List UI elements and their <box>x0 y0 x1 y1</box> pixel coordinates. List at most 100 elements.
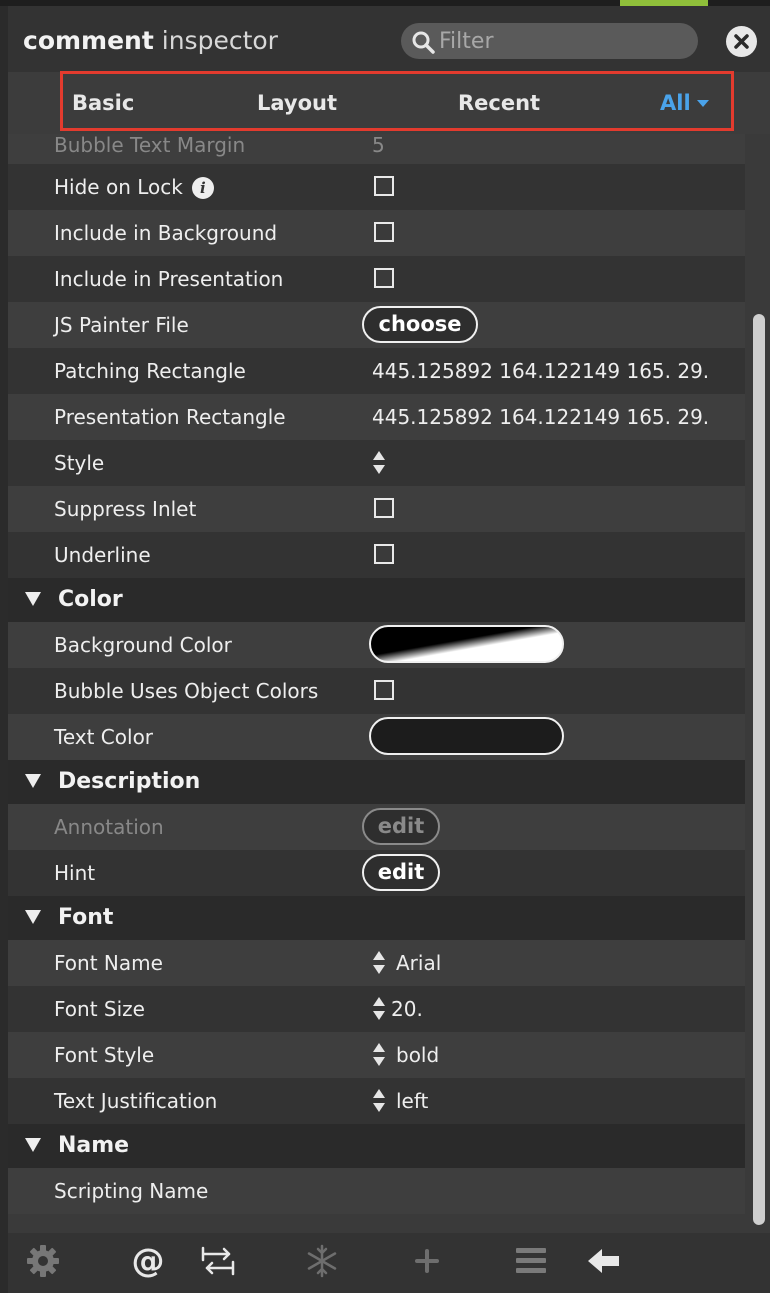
row-label: Scripting Name <box>54 1179 209 1203</box>
hint-edit-button[interactable]: edit <box>362 854 440 891</box>
list-item-patching-rectangle: Patching Rectangle 445.125892 164.122149… <box>8 348 745 394</box>
hide-on-lock-checkbox[interactable] <box>374 176 394 196</box>
list-item-underline: Underline <box>8 532 745 578</box>
close-button[interactable] <box>726 26 757 57</box>
row-label: Hint <box>54 861 96 885</box>
tab-basic[interactable]: Basic <box>72 90 134 116</box>
list-item-suppress-inlet: Suppress Inlet <box>8 486 745 532</box>
list-item-text-color: Text Color <box>8 714 745 760</box>
section-title: Color <box>58 587 123 612</box>
style-stepper[interactable] <box>372 450 386 476</box>
filter-field[interactable] <box>401 23 698 59</box>
gear-icon[interactable] <box>25 1243 61 1279</box>
font-size-value[interactable]: 20. <box>391 996 423 1022</box>
disclosure-triangle-icon <box>25 592 41 606</box>
row-value: 5 <box>372 134 385 157</box>
section-title: Font <box>58 905 114 930</box>
tab-recent[interactable]: Recent <box>458 90 540 116</box>
disclosure-triangle-icon <box>25 1138 41 1152</box>
background-color-swatch[interactable] <box>369 625 564 663</box>
stepper-down-icon <box>373 965 385 974</box>
inspector-panel: comment inspector Basic Layout Recent Al… <box>8 6 770 1293</box>
patching-rectangle-value[interactable]: 445.125892 164.122149 165. 29. <box>372 358 709 384</box>
filter-input[interactable] <box>439 26 689 56</box>
disclosure-triangle-icon <box>25 774 41 788</box>
list-item-annotation: Annotation edit <box>8 804 745 850</box>
tabs-highlight-frame <box>60 71 734 131</box>
row-label: Presentation Rectangle <box>54 405 286 429</box>
row-label: Underline <box>54 543 151 567</box>
stepper-down-icon <box>373 1011 385 1020</box>
stepper-down-icon <box>373 1057 385 1066</box>
stepper-up-icon <box>373 997 385 1006</box>
font-style-value[interactable]: bold <box>396 1042 439 1068</box>
include-in-background-checkbox[interactable] <box>374 222 394 242</box>
swap-arrows-icon[interactable] <box>200 1243 236 1279</box>
suppress-inlet-checkbox[interactable] <box>374 498 394 518</box>
stepper-up-icon <box>373 1043 385 1052</box>
row-label: JS Painter File <box>54 313 189 337</box>
stepper-up-icon <box>373 1089 385 1098</box>
tab-all[interactable]: All <box>660 90 709 116</box>
stepper-down-icon <box>373 465 385 474</box>
tab-layout[interactable]: Layout <box>257 90 337 116</box>
disclosure-triangle-icon <box>25 910 41 924</box>
font-name-value[interactable]: Arial <box>396 950 441 976</box>
row-label: Include in Background <box>54 221 278 245</box>
presentation-rectangle-value[interactable]: 445.125892 164.122149 165. 29. <box>372 404 709 430</box>
stepper-up-icon <box>373 951 385 960</box>
window-title: comment inspector <box>23 26 278 55</box>
row-label: Bubble Uses Object Colors <box>54 679 319 703</box>
list-item-font-style: Font Style bold <box>8 1032 745 1078</box>
row-label: Font Size <box>54 997 145 1021</box>
info-icon[interactable]: i <box>191 177 214 199</box>
chevron-down-icon <box>696 100 709 107</box>
close-icon <box>734 34 749 49</box>
row-label: Style <box>54 451 105 475</box>
text-justification-value[interactable]: left <box>396 1088 428 1114</box>
section-title: Name <box>58 1133 130 1158</box>
list-item-text-justification: Text Justification left <box>8 1078 745 1124</box>
list-item-hint: Hint edit <box>8 850 745 896</box>
row-label: Text Color <box>54 725 154 749</box>
scrollbar-thumb[interactable] <box>753 314 765 1225</box>
list-item-include-in-presentation: Include in Presentation <box>8 256 745 302</box>
list-item-font-size: Font Size 20. <box>8 986 745 1032</box>
stepper-down-icon <box>373 1103 385 1112</box>
stepper-up-icon <box>373 451 385 460</box>
list-item-bubble-uses-object-colors: Bubble Uses Object Colors <box>8 668 745 714</box>
list-item-style: Style <box>8 440 745 486</box>
choose-button[interactable]: choose <box>362 306 478 343</box>
list-icon[interactable] <box>513 1243 549 1279</box>
row-label: Text Justification <box>54 1089 218 1113</box>
row-label: Bubble Text Margin <box>54 134 246 157</box>
font-name-stepper[interactable] <box>372 950 386 976</box>
list-item-include-in-background: Include in Background <box>8 210 745 256</box>
row-label: Suppress Inlet <box>54 497 197 521</box>
text-justification-stepper[interactable] <box>372 1088 386 1114</box>
back-arrow-icon[interactable] <box>586 1243 622 1279</box>
section-header-name[interactable]: Name <box>8 1124 745 1168</box>
attribute-list[interactable]: Bubble Text Margin 5 Hide on Lock i Inclu… <box>8 134 745 1233</box>
section-header-description[interactable]: Description <box>8 760 745 804</box>
text-color-swatch[interactable] <box>369 717 564 755</box>
list-item-background-color: Background Color <box>8 622 745 668</box>
row-label: Patching Rectangle <box>54 359 246 383</box>
list-item-font-name: Font Name Arial <box>8 940 745 986</box>
title-bar: comment inspector <box>8 6 770 72</box>
snowflake-icon[interactable] <box>304 1243 340 1279</box>
annotation-edit-button[interactable]: edit <box>362 808 440 845</box>
underline-checkbox[interactable] <box>374 544 394 564</box>
list-item-js-painter-file: JS Painter File choose <box>8 302 745 348</box>
at-icon[interactable]: @ <box>129 1243 167 1279</box>
font-size-stepper[interactable] <box>372 996 386 1022</box>
row-label: Font Style <box>54 1043 155 1067</box>
section-header-color[interactable]: Color <box>8 578 745 622</box>
include-in-presentation-checkbox[interactable] <box>374 268 394 288</box>
plus-icon[interactable] <box>409 1243 445 1279</box>
list-item-presentation-rectangle: Presentation Rectangle 445.125892 164.12… <box>8 394 745 440</box>
bubble-uses-object-colors-checkbox[interactable] <box>374 680 394 700</box>
section-title: Description <box>58 769 201 794</box>
font-style-stepper[interactable] <box>372 1042 386 1068</box>
section-header-font[interactable]: Font <box>8 896 745 940</box>
